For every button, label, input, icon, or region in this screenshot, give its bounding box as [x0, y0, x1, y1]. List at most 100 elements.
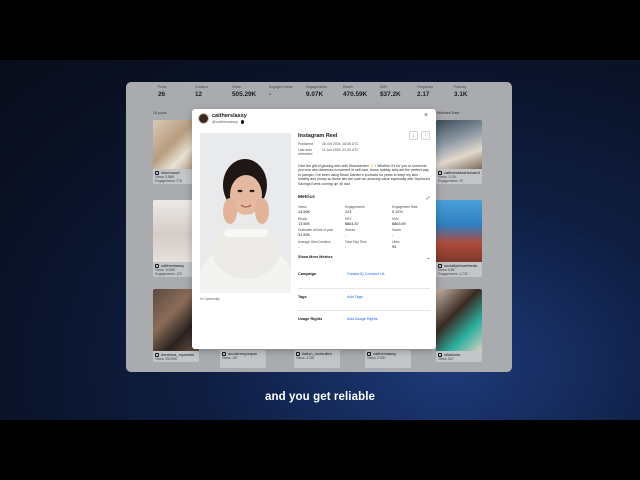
- instagram-icon: [438, 263, 442, 268]
- metric-label: Engagements: [345, 205, 365, 209]
- post-card[interactable]: calthersiassy Views: 5.92K: [365, 350, 411, 368]
- metric-saves: Saves -: [392, 228, 430, 237]
- community-label: In Community: [200, 297, 220, 301]
- published-label: Published: [298, 142, 313, 146]
- card-views: Views: 547: [438, 357, 454, 361]
- metric-value: 14.59K: [298, 210, 311, 214]
- stat-posts: Posts 26: [158, 85, 195, 106]
- stat-engagements: Engagements 9.07K: [306, 85, 343, 106]
- download-icon[interactable]: ↓: [409, 131, 418, 140]
- metric-value: -: [345, 233, 347, 237]
- stat-potency: Potency 3.1K: [454, 85, 491, 106]
- tags-label: Tags: [298, 294, 307, 299]
- post-card[interactable]: katlyn_mcmullen Views: 3.32K: [294, 350, 340, 368]
- stat-value: 3.1K: [454, 91, 468, 98]
- stat-views: Views 505.29K: [232, 85, 269, 106]
- more-options-icon[interactable]: ⋮: [421, 131, 430, 140]
- instagram-icon: [367, 351, 371, 356]
- metric-label: Average View Duration: [298, 239, 331, 244]
- stats-bar: Posts 26 Creators 12 Views 505.29K Engaged …: [126, 82, 512, 106]
- chevron-down-icon: ⌄: [426, 255, 430, 260]
- metric-value: -: [345, 244, 347, 249]
- creator-handle[interactable]: @caithersiassy: [212, 120, 238, 124]
- card-engagements: Engagements: 278: [155, 179, 182, 183]
- metric-label: Total Play Time: [345, 239, 367, 244]
- post-type-title[interactable]: Instagram Reel: [298, 133, 337, 139]
- metric-label: Engagement Rate: [392, 205, 418, 209]
- stat-value: 470.59K: [343, 91, 368, 98]
- metric-erv: ERV $864.87: [345, 217, 392, 226]
- card-views: Views: 187: [222, 356, 238, 360]
- metric-label: Shares: [345, 228, 356, 232]
- post-card[interactable]: sociallyfuturefeeds Views: 6.8K Engagemen…: [436, 200, 482, 277]
- metric-label: Estimates at time of post: [298, 228, 333, 232]
- instagram-icon: [155, 263, 159, 268]
- metric-value: $863.69: [392, 221, 406, 226]
- post-card[interactable]: calthersfasshionandbeauty Views: 3.21KEn…: [436, 120, 482, 184]
- metric-shares: Shares -: [345, 228, 392, 237]
- metric-label: Saves: [392, 228, 401, 232]
- post-details: Instagram Reel ↓ ⋮ Published 28 Oct 2024,…: [298, 131, 430, 327]
- metric-value: 123: [345, 210, 352, 214]
- stat-value: 2.17: [417, 91, 430, 98]
- usage-rights-label: Usage Rights: [298, 316, 323, 321]
- refreshed-value: 11 Jun 2025, 21:43 UTC: [322, 148, 359, 152]
- metric-value: 31.53K: [298, 233, 311, 237]
- app-window: Posts 26 Creators 12 Views 505.29K Engaged …: [126, 82, 512, 372]
- add-tags-button[interactable]: Add Tags: [347, 295, 363, 299]
- metric-estimates: Estimates at time of post 31.53K: [298, 228, 345, 237]
- stat-value: 505.29K: [232, 91, 257, 98]
- post-card[interactable]: nikkilonis Views: 547: [436, 289, 482, 362]
- post-thumbnail: [436, 289, 482, 351]
- metric-label: SMV: [392, 216, 399, 221]
- post-card[interactable]: accatemoperpar Views: 187: [220, 350, 266, 368]
- campaign-link[interactable]: CreatorIQ Connect LA: [347, 272, 385, 276]
- instagram-icon: [438, 352, 442, 357]
- refreshed-label: Last auto refreshed: [298, 148, 313, 156]
- add-usage-rights-button[interactable]: Add Usage Rights: [347, 317, 378, 321]
- card-views: Views: 5.92K: [367, 356, 386, 360]
- filter-label: Published Date: [435, 110, 460, 115]
- metric-value: -: [298, 244, 300, 249]
- stat-creators: Creators 12: [195, 85, 232, 106]
- metric-label: ERV: [345, 216, 352, 221]
- creator-handle-row: @caithersiassy: [212, 120, 245, 124]
- metric-reach: Reach 13.56K: [298, 217, 345, 226]
- published-row: Published 28 Oct 2024, 18:08 UTC: [298, 142, 430, 146]
- metric-value: 13.56K: [298, 221, 311, 226]
- refreshed-row: Last auto refreshed 11 Jun 2025, 21:43 UT…: [298, 148, 430, 156]
- metric-avg-view-duration: Average View Duration -: [298, 240, 345, 249]
- metric-likes: Likes 93: [392, 240, 430, 249]
- metric-value: -: [392, 233, 394, 237]
- creator-avatar: [198, 113, 209, 124]
- card-engagements: Engagements: 123: [155, 272, 182, 276]
- metric-engagement-rate: Engagement Rate 0.12%: [392, 205, 430, 214]
- post-caption: Give the gift of glowing skin with Stran…: [298, 164, 430, 186]
- card-engagements: Engagements: 29: [438, 179, 463, 183]
- metric-engagements: Engagements 123: [345, 205, 392, 214]
- instagram-icon: [155, 170, 159, 175]
- card-engagements: Engagements: 1,778: [438, 272, 468, 276]
- card-views: Views: 3.32K: [296, 356, 315, 360]
- metric-views: Views 14.59K: [298, 205, 345, 214]
- show-more-metrics-button[interactable]: Show More Metrics ⌄: [298, 255, 430, 260]
- instagram-icon: [296, 351, 300, 356]
- post-thumbnail: [436, 200, 482, 262]
- post-detail-modal: caitherslassy @caithersiassy × In Commun…: [192, 109, 436, 349]
- campaign-label: Campaign: [298, 272, 317, 276]
- creator-name[interactable]: caitherslassy: [212, 113, 247, 119]
- metric-value: 0.12%: [392, 210, 403, 214]
- metric-value: $864.87: [345, 221, 359, 226]
- posts-count: 26 posts: [153, 111, 167, 115]
- metric-label: Likes: [392, 239, 400, 244]
- video-caption: and you get reliable: [265, 391, 375, 403]
- show-more-label: Show More Metrics: [298, 254, 333, 259]
- metric-smv: SMV $863.69: [392, 217, 430, 226]
- close-icon[interactable]: ×: [424, 112, 428, 119]
- metric-label: Reach: [298, 216, 308, 221]
- stat-reach: Reach 470.59K: [343, 85, 380, 106]
- post-media[interactable]: [200, 133, 291, 293]
- link-icon[interactable]: ⤢: [427, 195, 430, 200]
- tags-row: Tags Add Tags: [298, 287, 430, 305]
- metric-label: Views: [298, 205, 307, 209]
